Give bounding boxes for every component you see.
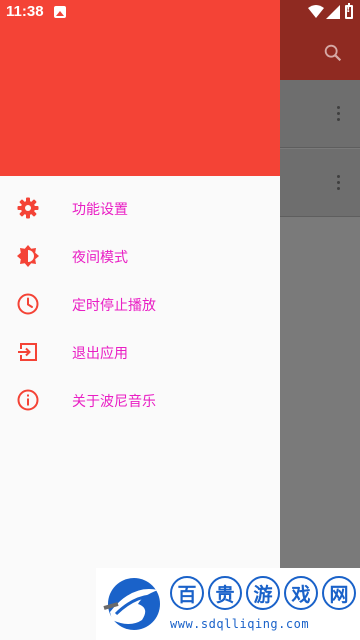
navigation-drawer: 功能设置 夜间模式 定时停止播放 退出应用 关于波尼音乐 (0, 0, 280, 640)
watermark-char: 网 (322, 576, 356, 610)
search-icon[interactable] (322, 42, 344, 64)
menu-item-sleep-timer[interactable]: 定时停止播放 (0, 280, 280, 328)
drawer-menu: 功能设置 夜间模式 定时停止播放 退出应用 关于波尼音乐 (0, 184, 280, 424)
menu-item-label: 定时停止播放 (72, 298, 156, 314)
menu-item-label: 关于波尼音乐 (72, 394, 156, 410)
watermark-char: 百 (170, 576, 204, 610)
menu-item-exit[interactable]: 退出应用 (0, 328, 280, 376)
image-icon (54, 6, 66, 18)
more-vert-icon[interactable] (336, 106, 340, 122)
status-bar: 11:38 (0, 0, 360, 24)
wifi-icon (308, 5, 324, 18)
menu-item-label: 夜间模式 (72, 250, 128, 266)
more-vert-icon[interactable] (336, 175, 340, 191)
battery-alert-icon (345, 3, 353, 19)
cell-signal-icon (326, 5, 340, 19)
watermark-char: 戏 (284, 576, 318, 610)
drawer-header (0, 0, 280, 176)
menu-item-label: 功能设置 (72, 202, 128, 218)
brightness-icon (17, 245, 39, 267)
watermark-url: www.sdqlliqing.com (170, 617, 310, 631)
exit-icon (18, 343, 37, 361)
info-icon (17, 389, 39, 411)
menu-item-night-mode[interactable]: 夜间模式 (0, 232, 280, 280)
site-logo-icon (103, 578, 160, 630)
menu-item-about[interactable]: 关于波尼音乐 (0, 376, 280, 424)
watermark-title: 百 贵 游 戏 网 (170, 576, 356, 610)
gear-icon (17, 197, 39, 219)
menu-item-settings[interactable]: 功能设置 (0, 184, 280, 232)
watermark-char: 贵 (208, 576, 242, 610)
status-time: 11:38 (6, 3, 44, 20)
watermark-banner: 百 贵 游 戏 网 www.sdqlliqing.com (96, 568, 360, 640)
watermark-char: 游 (246, 576, 280, 610)
menu-item-label: 退出应用 (72, 346, 128, 362)
clock-icon (17, 293, 39, 315)
